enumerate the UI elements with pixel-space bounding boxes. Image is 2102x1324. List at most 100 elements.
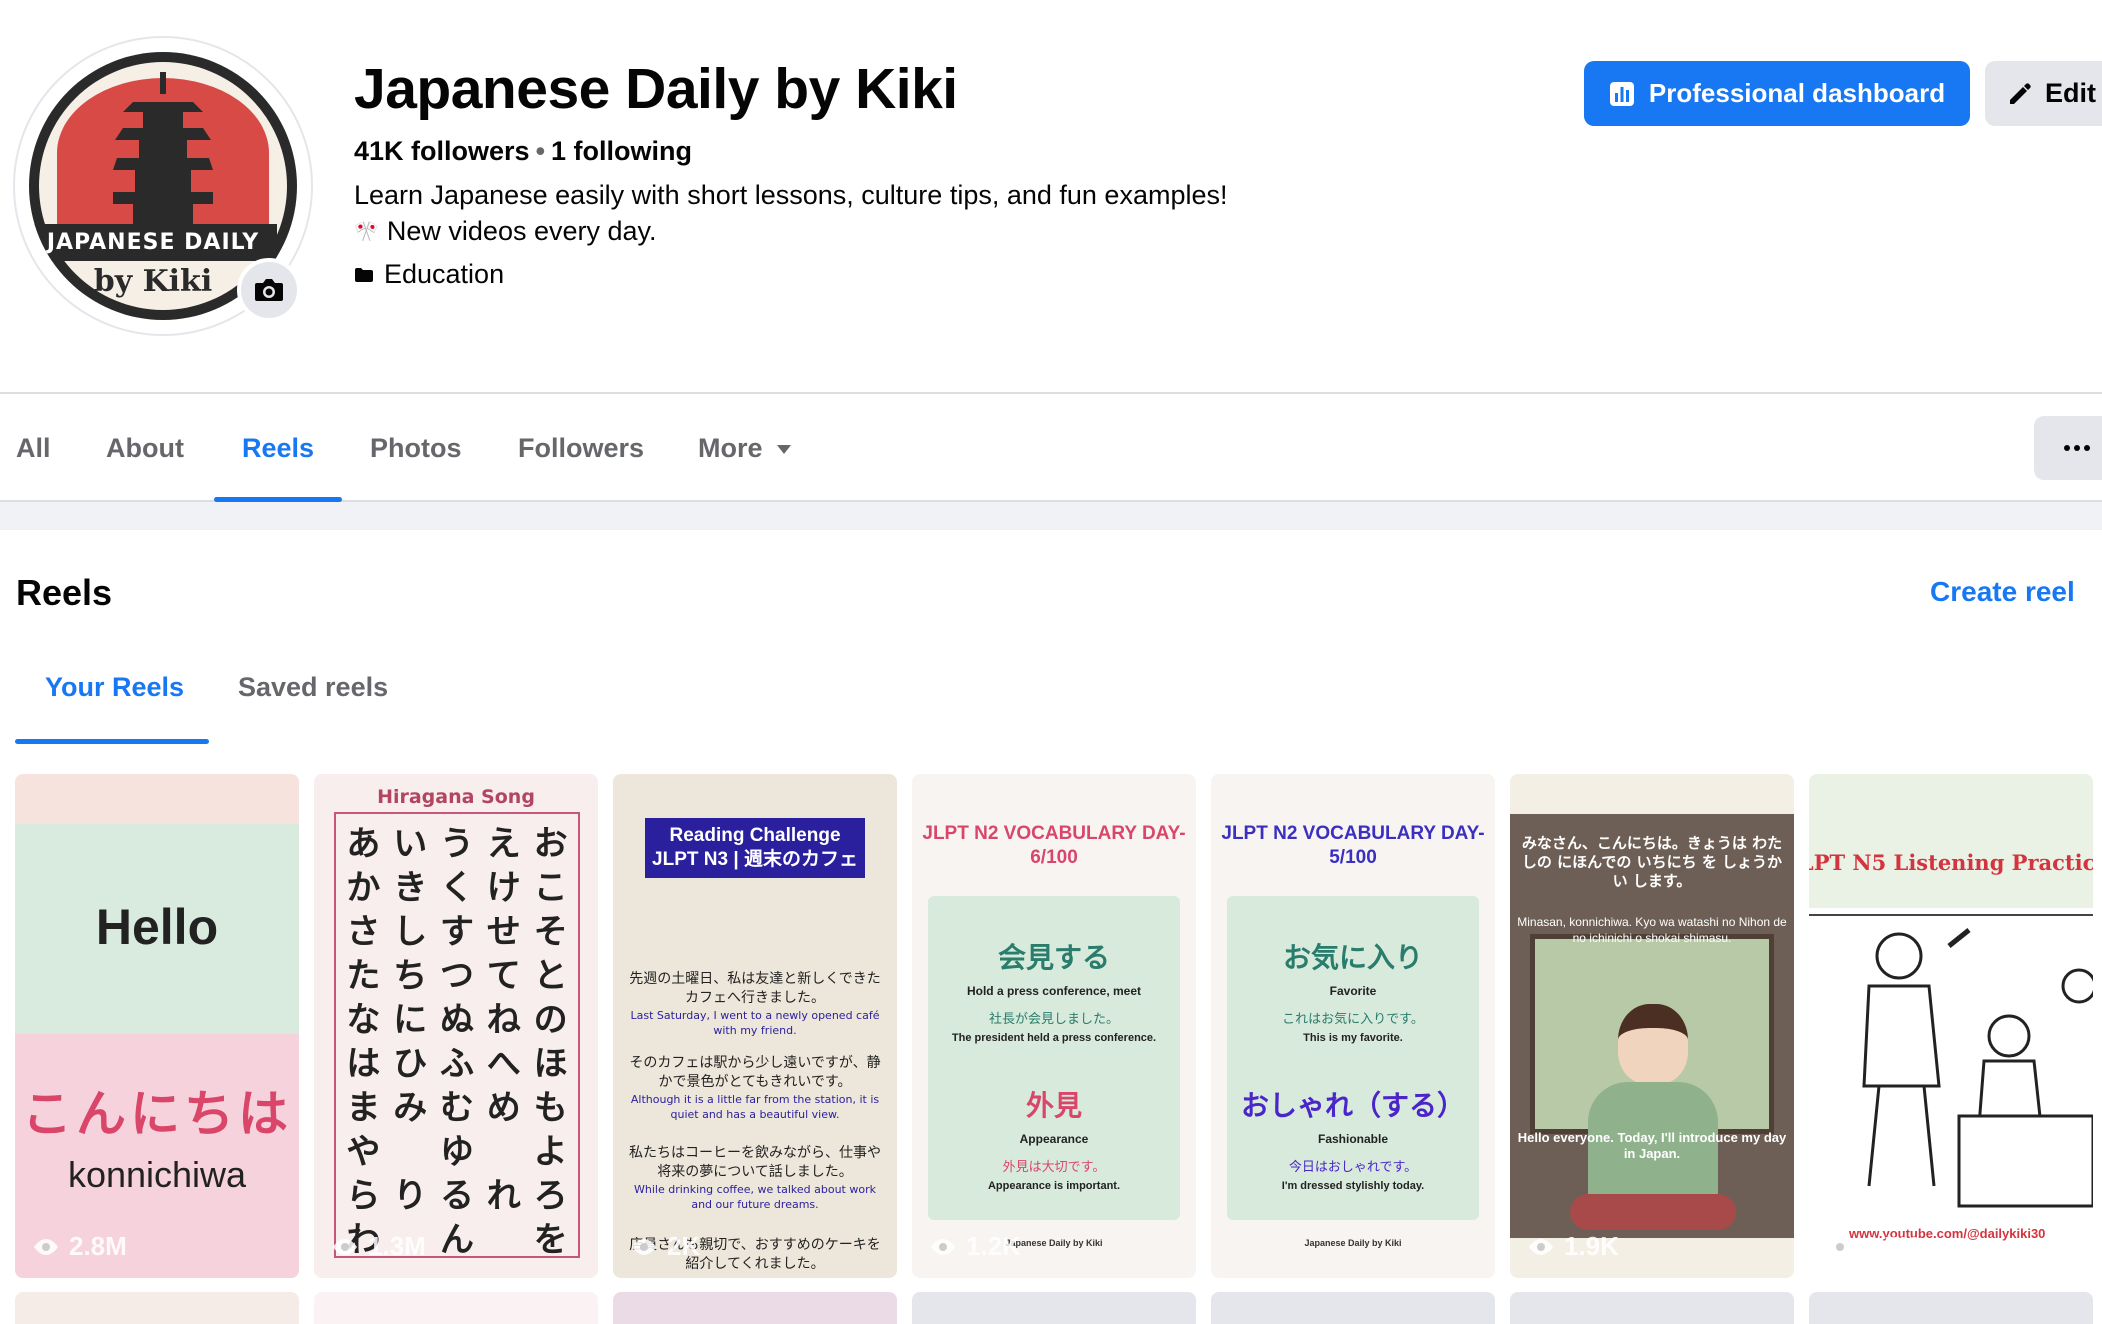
tab-all[interactable]: All <box>16 394 51 502</box>
kana-cell: え <box>486 824 521 864</box>
kana-cell: の <box>533 1000 568 1040</box>
reels-section-title: Reels <box>16 572 113 613</box>
tab-more[interactable]: More <box>698 394 791 502</box>
reel-text: お気に入り <box>1282 941 1423 974</box>
reel-text: 会見する <box>997 941 1110 974</box>
eye-icon <box>34 1238 58 1255</box>
view-count: 2K <box>629 1231 700 1262</box>
reel-text: Appearance <box>1019 1132 1089 1146</box>
tab-about[interactable]: About <box>106 394 184 502</box>
reel-text: Hello <box>95 899 219 955</box>
kana-cell: す <box>439 912 474 952</box>
tab-saved-reels[interactable]: Saved reels <box>238 672 388 703</box>
reel-text: The president held a press conference. <box>951 1032 1157 1044</box>
reel-text: おしゃれ（する） <box>1240 1089 1465 1122</box>
reel-badge: Reading Challenge JLPT N3 | 週末のカフェ <box>645 818 865 878</box>
reel-text: konnichiwa <box>67 1154 247 1195</box>
eye-icon <box>1529 1238 1553 1255</box>
eye-icon <box>632 1238 656 1255</box>
following-count[interactable]: 1 following <box>551 136 692 166</box>
reel-thumbnail[interactable] <box>613 1292 897 1324</box>
kana-cell: ほ <box>533 1044 568 1084</box>
tab-followers[interactable]: Followers <box>518 394 644 502</box>
caret-down-icon <box>776 444 791 454</box>
kana-cell <box>480 1218 527 1262</box>
reel-thumbnail[interactable] <box>1510 1292 1794 1324</box>
professional-dashboard-button[interactable]: Professional dashboard <box>1584 61 1970 126</box>
professional-dashboard-label: Professional dashboard <box>1648 78 1946 108</box>
reel-text: 外見 <box>1025 1089 1082 1122</box>
create-reel-link[interactable]: Create reel <box>1930 576 2075 608</box>
reel-thumbnail[interactable] <box>15 1292 299 1324</box>
edit-button[interactable]: Edit <box>1985 61 2102 126</box>
profile-header: JAPANESE DAILY by Kiki Japanese Daily by… <box>0 0 2102 392</box>
pencil-icon <box>2010 82 2031 104</box>
edit-label: Edit <box>2045 78 2096 108</box>
reel-text: そのカフェは駅から少し遠いですが、静かで景色がとてもきれいです。 Although… <box>629 1055 881 1121</box>
reel-text: Minasan, konnichiwa. Kyo wa watashi no N… <box>1517 915 1787 945</box>
kana-cell: ひ <box>393 1044 428 1084</box>
camera-icon[interactable] <box>237 258 301 322</box>
reel-thumbnail[interactable] <box>314 1292 598 1324</box>
kana-cell: み <box>393 1088 428 1128</box>
view-count-label: 1.9K <box>1564 1231 1619 1261</box>
reel-text: 外見は大切です。 <box>1002 1160 1106 1175</box>
reel-text: 私たちはコーヒーを飲みながら、仕事や将来の夢について話しました。 While dr… <box>629 1145 881 1211</box>
followers-count[interactable]: 41K followers <box>354 136 530 166</box>
reel-text: JLPT N5 Listening Practice <box>1809 850 2093 875</box>
reel-thumbnail[interactable]: Reading Challenge JLPT N3 | 週末のカフェ 先週の土曜… <box>613 774 897 1278</box>
reel-thumbnail[interactable] <box>1809 1292 2093 1324</box>
reel-thumbnail[interactable]: みなさん、こんにちは。きょうは わたしの にほんでの いちにち を しょうかい … <box>1510 774 1794 1278</box>
kana-cell: る <box>439 1176 474 1216</box>
view-count-label: 1.2K <box>966 1231 1021 1261</box>
view-count-label: 2.8M <box>69 1231 127 1261</box>
reel-thumbnail[interactable]: JLPT N2 VOCABULARY DAY-5/100 お気に入り Favor… <box>1211 774 1495 1278</box>
illustration <box>1862 928 2093 1208</box>
reel-text: こんにちは <box>22 1085 292 1143</box>
avatar-text-top: JAPANESE DAILY <box>29 224 277 261</box>
tab-reels[interactable]: Reels <box>213 394 343 502</box>
kana-cell: は <box>346 1044 381 1084</box>
kana-cell: を <box>533 1220 568 1260</box>
kana-cell: よ <box>533 1132 568 1172</box>
kana-cell: き <box>393 868 428 908</box>
view-count: 1.2K <box>928 1231 1021 1262</box>
kana-cell: つ <box>439 956 474 996</box>
reel-thumbnail[interactable] <box>1211 1292 1495 1324</box>
bio-line-2: 🎌 New videos every day. <box>354 216 657 247</box>
profile-tabs: All About Reels Photos Followers More <box>0 392 2102 502</box>
kana-cell: そ <box>533 912 568 952</box>
reel-text: JLPT N2 VOCABULARY DAY-6/100 <box>922 823 1186 868</box>
reel-text: これはお気に入りです。 <box>1282 1012 1424 1027</box>
view-count: 1.9K <box>1526 1231 1619 1262</box>
tab-your-reels[interactable]: Your Reels <box>45 672 184 703</box>
reel-text: Hiragana Song <box>377 786 535 808</box>
kana-cell: あ <box>346 824 381 864</box>
reels-section: Reels Create reel Your Reels Saved reels… <box>0 530 2102 1324</box>
more-options-button[interactable] <box>2034 416 2102 480</box>
reel-text: 先週の土曜日、私は友達と新しくできたカフェへ行きました。 Last Saturda… <box>629 971 881 1037</box>
reel-thumbnail[interactable]: JLPT N2 VOCABULARY DAY-6/100 会見する Hold a… <box>912 774 1196 1278</box>
kana-cell: た <box>346 956 381 996</box>
pagoda-icon <box>113 72 213 232</box>
tab-photos[interactable]: Photos <box>370 394 462 502</box>
kana-cell: め <box>486 1088 521 1128</box>
kana-cell: こ <box>533 868 568 908</box>
kana-cell: も <box>533 1088 568 1128</box>
category-info: Education <box>354 259 504 290</box>
reel-thumbnail[interactable] <box>912 1292 1196 1324</box>
category-label: Education <box>384 259 505 289</box>
bio-line-1: Learn Japanese easily with short lessons… <box>354 180 1228 210</box>
reel-text: Hold a press conference, meet <box>966 984 1142 998</box>
reel-thumbnail[interactable]: Hiragana Song あいうえおかきくけこさしすせそたちつてとなにぬねのは… <box>314 774 598 1278</box>
reel-thumbnail[interactable]: JLPT N5 Listening Practice www.youtube.c… <box>1809 774 2093 1278</box>
kana-cell: れ <box>486 1176 521 1216</box>
eye-icon <box>1828 1238 1852 1255</box>
kana-cell: に <box>393 1000 428 1040</box>
reel-text: Favorite <box>1329 984 1377 998</box>
reel-text: Appearance is important. <box>987 1180 1121 1192</box>
kana-cell: と <box>533 956 568 996</box>
reel-text: 社長が会見しました。 <box>988 1012 1119 1027</box>
kana-cell: せ <box>486 912 521 952</box>
reel-thumbnail[interactable]: Hello こんにちは konnichiwa 2.8M <box>15 774 299 1278</box>
